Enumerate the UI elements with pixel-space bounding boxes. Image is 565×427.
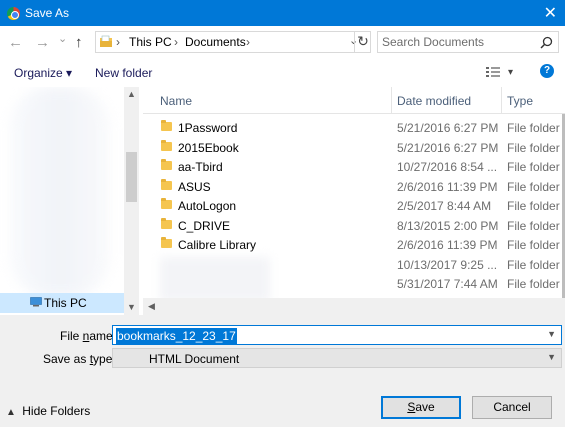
computer-icon [30,297,42,307]
file-type: File folder [507,199,560,213]
documents-folder-icon [100,35,112,47]
folder-icon [161,120,172,131]
file-date: 8/13/2015 2:00 PM [397,218,499,233]
file-row[interactable]: 1Password 5/21/2016 6:27 PM File folder [143,118,565,138]
recent-locations-button[interactable]: ⌄ [58,32,67,45]
refresh-button[interactable]: ↻ [354,31,371,53]
breadcrumb-separator-icon: › [174,35,178,49]
file-list-scrollbar[interactable] [556,114,565,298]
hide-folders-label: Hide Folders [22,404,91,418]
view-options-icon[interactable] [486,66,500,78]
file-row[interactable]: C_DRIVE 8/13/2015 2:00 PM File folder [143,216,565,236]
nav-item-this-pc[interactable]: This PC [0,293,124,313]
file-date: 2/6/2016 11:39 PM [397,238,498,252]
file-row[interactable]: 2015Ebook 5/21/2016 6:27 PM File folder [143,138,565,158]
folder-icon [161,159,172,170]
breadcrumb-this-pc[interactable]: This PC [129,35,172,49]
nav-item-label: This PC [44,296,87,310]
folder-icon [161,198,172,209]
folder-icon [161,178,172,190]
address-bar[interactable]: › This PC › Documents › ⌄ [95,31,371,53]
file-name: 1Password [178,121,238,135]
file-row[interactable]: Calibre Library 2/6/2016 11:39 PM File fol… [143,235,565,255]
save-type-value: HTML Document [149,352,240,366]
save-button[interactable]: Save [381,396,461,419]
blurred-region [160,257,270,302]
chevron-down-icon[interactable]: ▼ [547,329,556,339]
close-button[interactable]: ✕ [544,3,557,23]
navigation-pane[interactable] [0,87,139,315]
file-date: 5/21/2016 6:27 PM [397,140,499,155]
file-type: File folder [507,179,560,194]
folder-icon [161,217,172,229]
file-name-field[interactable]: bookmarks_12_23_17 ▼ [112,325,562,345]
back-button[interactable]: ← [8,34,23,51]
file-list[interactable]: Name Date modified Type 1Password 5/21/20… [143,87,565,315]
file-name: AutoLogon [178,199,237,213]
file-row[interactable]: ASUS 2/6/2016 11:39 PM File folder [143,177,565,197]
new-folder-button[interactable]: New folder [95,66,152,80]
folder-icon [161,139,172,151]
file-name-input[interactable]: bookmarks_12_23_17 [116,328,237,344]
file-date: 10/27/2016 8:54 ... [397,160,498,174]
file-date: 5/31/2017 7:44 AM [397,277,498,291]
column-divider[interactable] [391,87,392,114]
view-dropdown-icon[interactable]: ▾ [508,67,513,78]
file-date: 5/21/2016 6:27 PM [397,121,499,135]
search-input[interactable] [382,35,532,49]
file-name: C_DRIVE [178,218,231,233]
column-header-row: Name Date modified Type [143,87,565,114]
chevron-up-icon: ▲ [6,407,16,418]
file-date: 2/5/2017 8:44 AM [397,199,492,213]
title-bar: Save As ✕ [0,0,565,26]
file-row[interactable]: AutoLogon 2/5/2017 8:44 AM File folder [143,196,565,216]
organize-menu[interactable]: Organize ▾ [14,66,72,80]
file-type: File folder [507,238,560,252]
folder-icon [161,237,172,248]
navigation-pane-scrollbar[interactable]: ▲ ▼ [124,87,139,315]
file-type: File folder [507,140,560,155]
scroll-up-arrow-icon[interactable]: ▲ [124,87,139,102]
column-divider[interactable] [501,87,502,114]
search-box[interactable] [377,31,559,53]
chrome-icon [7,7,20,20]
file-type: File folder [507,121,560,135]
file-name-label: File name: [60,329,117,343]
command-toolbar: Organize ▾ New folder ▾ [0,60,565,86]
forward-button[interactable]: → [35,34,50,51]
cancel-button[interactable]: Cancel [472,396,552,419]
file-type: File folder [507,160,560,174]
file-date: 10/13/2017 9:25 ... [397,257,498,272]
column-header-type[interactable]: Type [507,94,533,108]
file-name: 2015Ebook [178,140,239,155]
up-button[interactable]: ↑ [75,34,83,51]
blurred-region [10,87,110,297]
horizontal-scrollbar[interactable]: ◀ [143,298,565,315]
column-header-date[interactable]: Date modified [397,94,471,108]
file-type: File folder [507,218,560,233]
file-name: ASUS [178,179,211,194]
breadcrumb-separator-icon: › [116,35,120,49]
save-type-label: Save as type: [43,352,116,366]
file-type: File folder [507,277,560,291]
scroll-left-arrow-icon[interactable]: ◀ [144,299,159,314]
breadcrumb-separator-icon: › [246,35,250,49]
file-row[interactable]: aa-Tbird 10/27/2016 8:54 ... File folder [143,157,565,177]
chevron-down-icon[interactable]: ▼ [547,352,556,362]
help-icon[interactable]: ? [540,64,554,78]
breadcrumb-documents[interactable]: Documents [185,35,246,49]
window-title: Save As [25,6,70,20]
file-date: 2/6/2016 11:39 PM [397,179,498,194]
scroll-down-arrow-icon[interactable]: ▼ [124,300,139,315]
search-icon[interactable] [540,36,553,49]
column-header-name[interactable]: Name [160,94,192,108]
file-name: aa-Tbird [178,160,223,174]
hide-folders-toggle[interactable]: ▲ Hide Folders [6,404,90,418]
file-type: File folder [507,257,560,272]
scrollbar-thumb[interactable] [126,152,137,202]
file-name: Calibre Library [178,238,257,252]
save-type-select[interactable]: HTML Document ▼ [112,348,562,368]
